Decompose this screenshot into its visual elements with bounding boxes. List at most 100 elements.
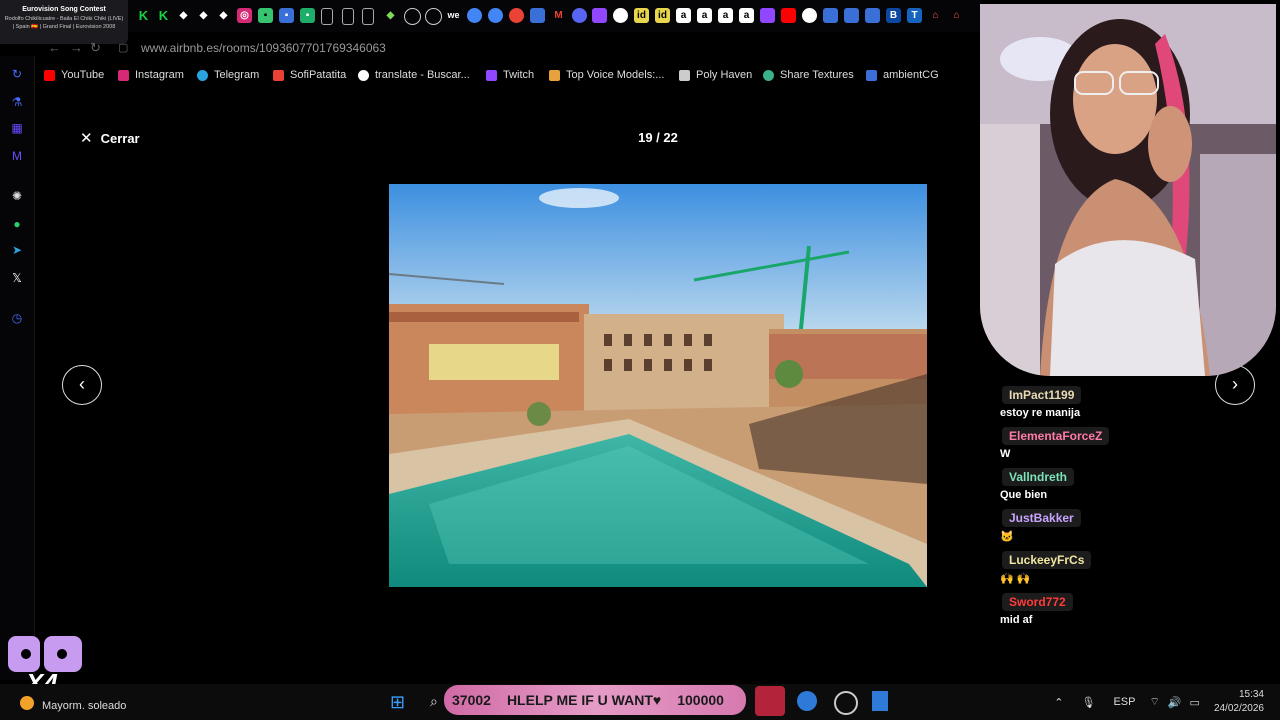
chat-username[interactable]: Vallndreth — [1002, 468, 1075, 486]
tab-app-icon[interactable] — [509, 8, 524, 23]
tab-google-icon[interactable] — [613, 8, 628, 23]
previous-photo-button[interactable]: ‹ — [62, 365, 102, 405]
tab-instagram-icon[interactable]: ◎ — [237, 8, 252, 23]
chat-username[interactable]: JustBakker — [1002, 509, 1081, 527]
tab-app-icon[interactable]: id — [655, 8, 670, 23]
tab-app-icon[interactable]: ▪ — [279, 8, 294, 23]
tab-app-icon[interactable]: we — [446, 8, 461, 23]
tab-twitch-icon[interactable] — [760, 8, 775, 23]
twitch-icon — [486, 69, 497, 81]
tab-app-icon[interactable] — [844, 8, 859, 23]
stream-goal-ticker: 37002 HLELP ME IF U WANT♥ 100000 — [444, 685, 746, 715]
tab-discord-icon[interactable] — [572, 8, 587, 23]
tab-google-icon[interactable] — [802, 8, 817, 23]
whatsapp-icon[interactable]: ● — [9, 216, 25, 232]
clock[interactable]: 15:34 24/02/2026 — [1214, 688, 1264, 716]
tab-kick-icon[interactable]: K — [156, 8, 171, 23]
chat-username[interactable]: Sword772 — [1002, 593, 1073, 611]
calculator-icon[interactable] — [872, 691, 888, 711]
tab-diamond-icon[interactable]: ◆ — [196, 8, 211, 23]
tab-app-icon[interactable] — [488, 8, 503, 23]
bookmark-twitch[interactable]: Twitch — [486, 69, 534, 81]
tab-app-icon[interactable] — [467, 8, 482, 23]
battery-icon[interactable]: ▭ — [1190, 696, 1200, 709]
tab-youtube-icon[interactable] — [781, 8, 796, 23]
back-icon[interactable]: ← — [48, 40, 61, 55]
tab-app-icon[interactable] — [865, 8, 880, 23]
weather-label[interactable]: Mayorm. soleado — [42, 700, 126, 712]
close-button[interactable]: ✕ Cerrar — [80, 129, 140, 147]
chat-username[interactable]: LuckeeyFrCs — [1002, 551, 1092, 569]
tab-app-icon[interactable] — [823, 8, 838, 23]
tab-twitch-icon[interactable] — [592, 8, 607, 23]
tab-document-icon[interactable] — [362, 8, 374, 25]
reload-icon[interactable]: ↻ — [90, 40, 101, 56]
tab-diamond-icon[interactable]: ◆ — [216, 8, 231, 23]
taskbar-app-icon[interactable] — [834, 691, 858, 715]
tab-kick-icon[interactable]: K — [136, 8, 151, 23]
tab-app-icon[interactable]: ◆ — [383, 8, 398, 23]
chevron-left-icon: ‹ — [79, 374, 85, 394]
microphone-icon[interactable]: 🎙 — [1082, 696, 1096, 709]
tab-app-icon[interactable]: ▪ — [300, 8, 315, 23]
webcam-feed — [980, 4, 1276, 376]
tab-airbnb-icon[interactable]: ⌂ — [949, 8, 964, 23]
bookmark-youtube[interactable]: YouTube — [44, 69, 104, 81]
bookmark-sofipatatita[interactable]: SofiPatatita — [273, 69, 346, 81]
chat-username[interactable]: ElementaForceZ — [1002, 427, 1110, 445]
tab-app-icon[interactable]: id — [634, 8, 649, 23]
bookmark-share-textures[interactable]: Share Textures — [763, 69, 854, 81]
app-m-icon[interactable]: M — [9, 148, 25, 164]
system-tray: ⌃ 🎙 ESP ⌔ 🔊 ▭ 15:34 24/02/2026 — [1054, 684, 1264, 720]
chatgpt-icon[interactable]: ✺ — [9, 188, 25, 204]
tab-document-icon[interactable] — [321, 8, 333, 25]
bookmark-ambientcg[interactable]: ambientCG — [866, 69, 939, 81]
telegram-icon[interactable]: ➤ — [9, 242, 25, 258]
history-icon[interactable]: ◷ — [9, 310, 25, 326]
tab-airbnb-icon[interactable]: ⌂ — [928, 8, 943, 23]
weather-sun-icon[interactable] — [20, 696, 34, 710]
tab-app-icon[interactable] — [404, 8, 421, 25]
tab-document-icon[interactable] — [342, 8, 354, 25]
windows-start-icon[interactable]: ⊞ — [390, 692, 405, 713]
bookmark-instagram[interactable]: Instagram — [118, 69, 184, 81]
ticker-text: HLELP ME IF U WANT♥ — [506, 692, 662, 708]
tab-app-icon[interactable] — [425, 8, 442, 25]
wifi-icon[interactable]: ⌔ — [1149, 695, 1159, 709]
tab-amazon-icon[interactable]: a — [739, 8, 754, 23]
taskbar-app-icon[interactable] — [755, 686, 785, 716]
search-icon[interactable]: ⌕ — [430, 693, 438, 710]
bookmark-label: Twitch — [503, 69, 535, 81]
taskbar-app-icon[interactable] — [797, 691, 817, 711]
volume-icon[interactable]: 🔊 — [1168, 696, 1182, 709]
language-indicator[interactable]: ESP — [1113, 696, 1135, 708]
x-icon[interactable]: 𝕏 — [9, 270, 25, 286]
tab-app-icon[interactable]: ▪ — [258, 8, 273, 23]
bookmark-label: ambientCG — [883, 69, 939, 81]
app-icon[interactable]: ▦ — [9, 120, 25, 136]
bookmark-translate[interactable]: translate - Buscar... — [358, 69, 470, 81]
tab-amazon-icon[interactable]: a — [676, 8, 691, 23]
tab-app-icon[interactable] — [530, 8, 545, 23]
chat-username[interactable]: ImPact1199 — [1002, 386, 1082, 404]
bookmark-voice-models[interactable]: Top Voice Models:... — [549, 69, 664, 81]
tab-app-icon[interactable]: B — [886, 8, 901, 23]
bookmark-label: Poly Haven — [696, 69, 753, 81]
forward-icon[interactable]: → — [70, 40, 83, 55]
tab-diamond-icon[interactable]: ◆ — [176, 8, 191, 23]
site-info-icon[interactable]: ▢ — [118, 41, 128, 54]
bookmark-telegram[interactable]: Telegram — [197, 69, 259, 81]
close-icon: ✕ — [80, 130, 93, 147]
tab-amazon-icon[interactable]: a — [697, 8, 712, 23]
chevron-up-icon[interactable]: ⌃ — [1054, 696, 1063, 709]
bookmark-label: Top Voice Models:... — [566, 69, 665, 81]
flask-icon[interactable]: ⚗ — [9, 94, 25, 110]
tab-amazon-icon[interactable]: a — [718, 8, 733, 23]
listing-photo — [389, 184, 927, 587]
tab-gmail-icon[interactable]: M — [551, 8, 566, 23]
telegram-icon — [197, 69, 208, 81]
tab-app-icon[interactable]: T — [907, 8, 922, 23]
refresh-app-icon[interactable]: ↻ — [9, 66, 25, 82]
bookmark-poly-haven[interactable]: Poly Haven — [679, 69, 752, 81]
url-field[interactable]: www.airbnb.es/rooms/1093607701769346063 — [141, 41, 386, 55]
